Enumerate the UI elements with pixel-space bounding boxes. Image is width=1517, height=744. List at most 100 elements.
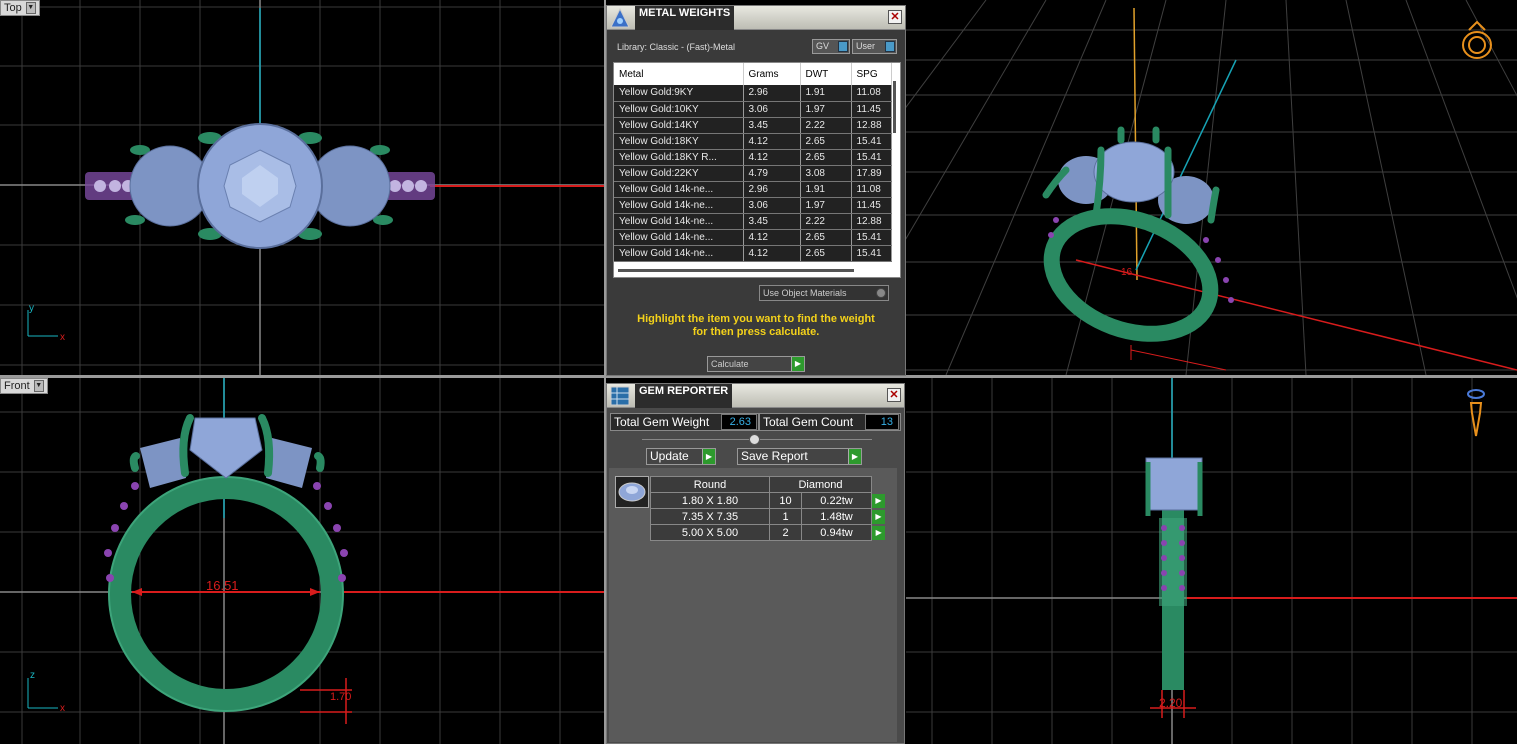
user-toggle-label: User <box>856 41 876 51</box>
metal-row[interactable]: Yellow Gold 14k-ne... 4.12 2.65 15.41 <box>614 229 892 246</box>
total-gem-count-value: 13 <box>865 414 899 430</box>
metal-cell: 11.45 <box>851 101 892 118</box>
toggle-icon <box>885 41 895 52</box>
total-gem-weight-label: Total Gem Weight <box>614 415 710 429</box>
metal-cell: 1.91 <box>800 85 852 102</box>
update-button[interactable]: Update ▶ <box>646 448 716 465</box>
use-object-materials-toggle[interactable]: Use Object Materials <box>759 285 889 301</box>
col-grams[interactable]: Grams <box>743 63 801 85</box>
instruction-line-1: Highlight the item you want to find the … <box>637 313 875 325</box>
gv-toggle[interactable]: GV <box>812 39 850 54</box>
metal-cell: 1.97 <box>800 101 852 118</box>
metal-row[interactable]: Yellow Gold:22KY 4.79 3.08 17.89 <box>614 165 892 182</box>
gem-list-area[interactable]: Round Diamond 1.80 X 1.80 10 0.22tw ▶ 7.35 X… <box>609 468 897 742</box>
metal-weights-panel: METAL WEIGHTS ✕ Library: Classic - (Fast… <box>606 5 906 376</box>
metal-cell: Yellow Gold 14k-ne... <box>614 229 744 246</box>
viewport-top-label[interactable]: Top ▼ <box>0 0 40 16</box>
gem-row[interactable]: 7.35 X 7.35 1 1.48tw ▶ <box>650 508 886 525</box>
vertical-scrollbar[interactable] <box>893 81 896 133</box>
metal-cell: 3.06 <box>743 101 801 118</box>
metal-table-body: Yellow Gold:9KY 2.96 1.91 11.08 Yellow Gold:… <box>614 85 892 262</box>
ring-side-icon[interactable] <box>1467 389 1485 437</box>
metal-cell: 4.79 <box>743 165 801 182</box>
total-gem-weight-value: 2.63 <box>721 414 757 430</box>
metal-cell: 2.96 <box>743 85 801 102</box>
perspective-grid: 16 <box>906 0 1517 375</box>
metal-row[interactable]: Yellow Gold 14k-ne... 3.45 2.22 12.88 <box>614 213 892 230</box>
front-view-grid: 16.51 1.70 z x <box>0 378 604 744</box>
close-icon[interactable]: ✕ <box>887 388 901 402</box>
metal-cell: Yellow Gold:18KY R... <box>614 149 744 166</box>
front-dimension-width: 16.51 <box>206 578 239 593</box>
axis-x-label-front: x <box>60 703 65 714</box>
metal-cell: 1.91 <box>800 181 852 198</box>
user-toggle[interactable]: User <box>852 39 897 54</box>
viewport-front-name: Front <box>4 380 30 392</box>
horizontal-scrollbar[interactable] <box>618 269 854 272</box>
play-arrow-icon[interactable]: ▶ <box>872 509 885 524</box>
front-dimension-height: 1.70 <box>330 691 351 703</box>
col-spg[interactable]: SPG <box>851 63 892 85</box>
instruction-line-2: for then press calculate. <box>692 326 820 338</box>
viewport-top[interactable]: y x Top ▼ <box>0 0 604 375</box>
gem-row[interactable]: 5.00 X 5.00 2 0.94tw ▶ <box>650 524 886 541</box>
calculate-button[interactable]: Calculate ▶ <box>707 356 805 372</box>
calculate-label: Calculate <box>711 359 749 369</box>
play-arrow-icon[interactable]: ▶ <box>872 493 885 508</box>
gem-count: 10 <box>769 492 802 509</box>
metal-row[interactable]: Yellow Gold:18KY R... 4.12 2.65 15.41 <box>614 149 892 166</box>
metal-cell: 3.08 <box>800 165 852 182</box>
metal-cell: Yellow Gold 14k-ne... <box>614 197 744 214</box>
metal-row[interactable]: Yellow Gold 14k-ne... 3.06 1.97 11.45 <box>614 197 892 214</box>
metal-cell: Yellow Gold:9KY <box>614 85 744 102</box>
gem-weight: 1.48tw <box>801 508 872 525</box>
metal-table-container[interactable]: Metal Grams DWT SPG Yellow Gold:9KY 2.96 1… <box>613 62 901 278</box>
metal-row[interactable]: Yellow Gold:9KY 2.96 1.91 11.08 <box>614 85 892 102</box>
metal-cell: 2.96 <box>743 181 801 198</box>
metal-row[interactable]: Yellow Gold:18KY 4.12 2.65 15.41 <box>614 133 892 150</box>
metal-cell: 12.88 <box>851 117 892 134</box>
col-metal[interactable]: Metal <box>614 63 744 85</box>
metal-cell: 2.65 <box>800 245 852 262</box>
metal-row[interactable]: Yellow Gold 14k-ne... 2.96 1.91 11.08 <box>614 181 892 198</box>
metal-row[interactable]: Yellow Gold:10KY 3.06 1.97 11.45 <box>614 101 892 118</box>
close-icon[interactable]: ✕ <box>888 10 902 24</box>
metal-weights-titlebar[interactable]: METAL WEIGHTS ✕ <box>607 6 905 30</box>
instruction-text: Highlight the item you want to find the … <box>607 313 905 339</box>
col-dwt[interactable]: DWT <box>800 63 852 85</box>
viewport-front-label[interactable]: Front ▼ <box>0 378 48 394</box>
chevron-down-icon[interactable]: ▼ <box>33 380 44 392</box>
viewport-perspective[interactable]: 16 <box>906 0 1517 375</box>
gem-row-action[interactable]: ▶ <box>872 509 886 525</box>
metal-cell: 3.06 <box>743 197 801 214</box>
metal-row[interactable]: Yellow Gold 14k-ne... 4.12 2.65 15.41 <box>614 245 892 262</box>
col-shape: Round <box>650 476 770 493</box>
metal-cell: 2.65 <box>800 229 852 246</box>
report-grid-icon <box>610 386 630 406</box>
save-report-button[interactable]: Save Report ▶ <box>737 448 862 465</box>
metal-cell: 11.08 <box>851 181 892 198</box>
metal-cell: Yellow Gold 14k-ne... <box>614 213 744 230</box>
gem-reporter-panel: GEM REPORTER ✕ Total Gem Weight 2.63 Tot… <box>606 383 905 744</box>
metal-cell: Yellow Gold:18KY <box>614 133 744 150</box>
metal-cell: Yellow Gold:14KY <box>614 117 744 134</box>
metal-cell: 2.65 <box>800 149 852 166</box>
viewport-right[interactable]: 2.20 <box>906 378 1517 744</box>
viewport-front[interactable]: 16.51 1.70 z x Front ▼ <box>0 378 604 744</box>
gem-reporter-titlebar[interactable]: GEM REPORTER ✕ <box>607 384 904 408</box>
metal-row[interactable]: Yellow Gold:14KY 3.45 2.22 12.88 <box>614 117 892 134</box>
gem-size: 1.80 X 1.80 <box>650 492 770 509</box>
splitter-knob-icon[interactable] <box>749 434 760 445</box>
radio-icon <box>876 288 886 298</box>
round-gem-thumbnail[interactable] <box>615 476 649 508</box>
play-arrow-icon[interactable]: ▶ <box>872 525 886 540</box>
gem-row[interactable]: 1.80 X 1.80 10 0.22tw ▶ <box>650 492 886 509</box>
chevron-down-icon[interactable]: ▼ <box>25 2 36 14</box>
metal-cell: Yellow Gold 14k-ne... <box>614 245 744 262</box>
gem-row-action[interactable]: ▶ <box>872 493 886 509</box>
total-gem-weight-field: Total Gem Weight 2.63 <box>610 413 759 431</box>
play-arrow-icon: ▶ <box>791 357 804 371</box>
total-gem-count-label: Total Gem Count <box>763 415 854 429</box>
gem-row-action[interactable]: ▶ <box>872 525 886 541</box>
play-arrow-icon: ▶ <box>702 449 715 464</box>
